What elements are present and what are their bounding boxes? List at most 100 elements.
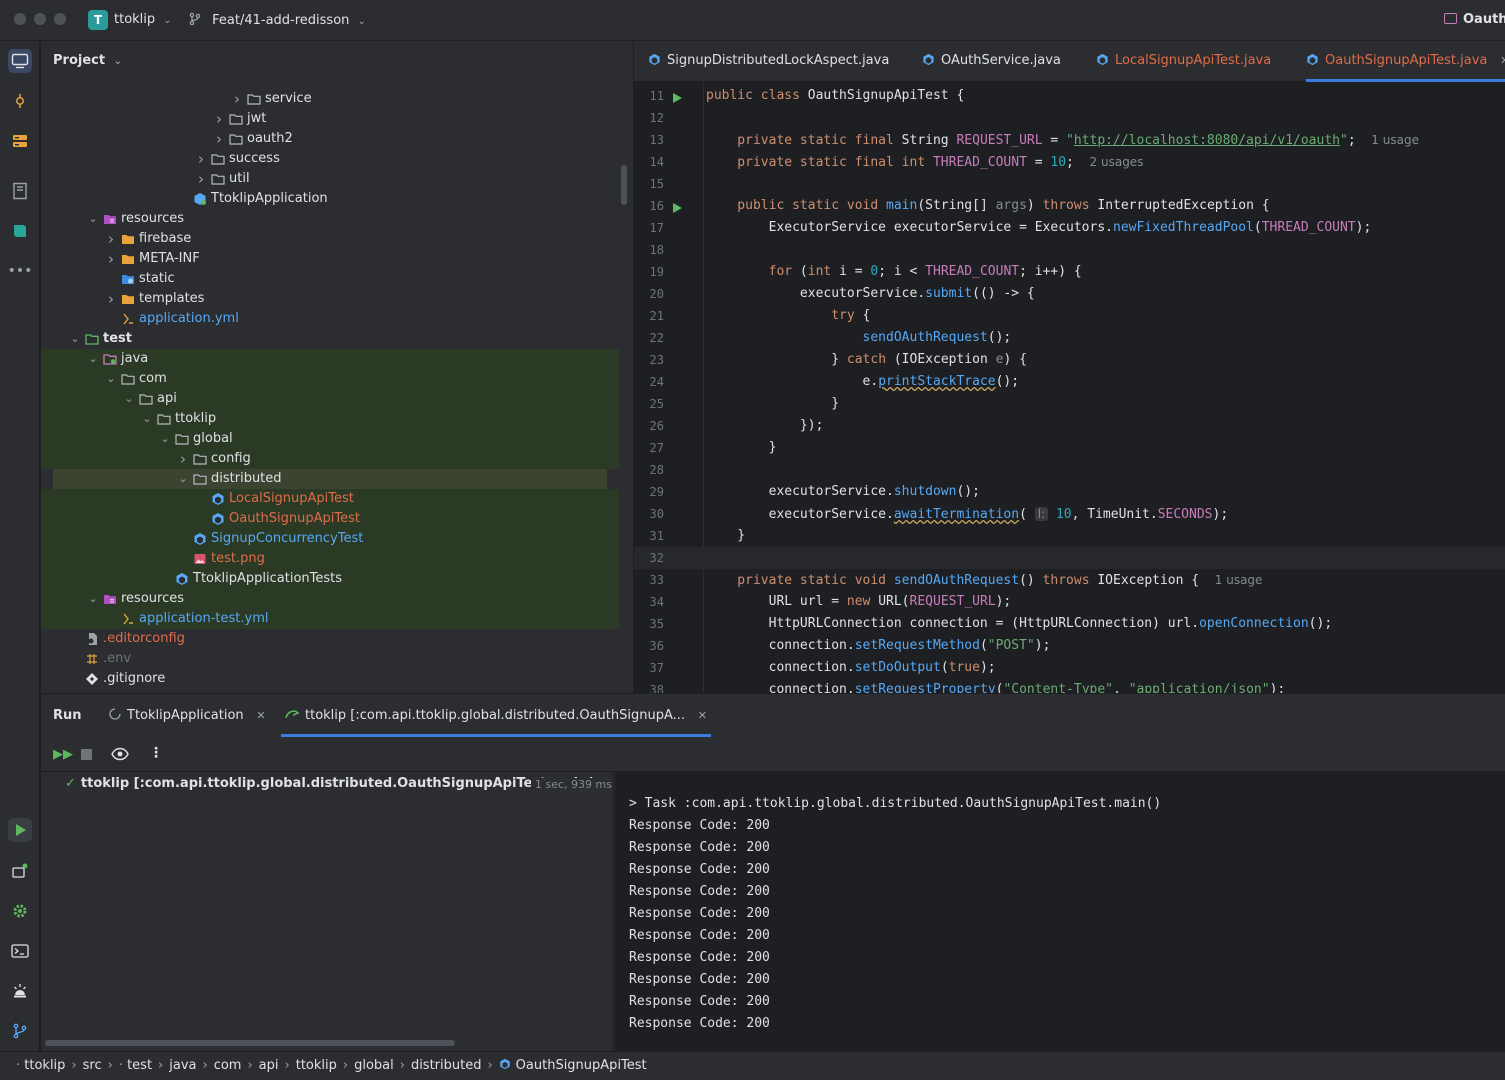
run-tool-icon[interactable] xyxy=(8,818,32,842)
chevron-right-icon[interactable]: › xyxy=(213,129,225,149)
code-editor[interactable]: 11 public class OauthSignupApiTest {12 13 … xyxy=(634,82,1505,693)
breadcrumb-item[interactable]: OauthSignupApiTest xyxy=(516,1058,647,1073)
chevron-right-icon[interactable]: › xyxy=(177,449,189,469)
run-tab[interactable]: TtoklipApplication ✕ xyxy=(109,694,270,737)
editor-tab[interactable]: SignupDistributedLockAspect.java xyxy=(648,41,889,82)
tree-row[interactable]: .gitignore xyxy=(41,669,619,689)
tree-row[interactable]: › config xyxy=(41,449,619,469)
close-icon[interactable]: ✕ xyxy=(698,694,707,737)
tree-row[interactable]: ⌄ ttoklip xyxy=(41,409,619,429)
chevron-right-icon[interactable]: › xyxy=(231,89,243,109)
tree-row[interactable]: › templates xyxy=(41,289,619,309)
project-badge[interactable]: T xyxy=(88,10,108,30)
chevron-right-icon[interactable]: › xyxy=(195,169,207,189)
eye-icon[interactable] xyxy=(111,746,129,765)
class-icon xyxy=(175,572,189,586)
editor-tab[interactable]: OauthSignupApiTest.java ✕ xyxy=(1306,41,1505,82)
breadcrumb-item[interactable]: global xyxy=(354,1058,394,1073)
tree-row[interactable]: ⌄ api xyxy=(41,389,619,409)
rerun-icon[interactable]: ▶▶ xyxy=(53,747,73,762)
horizontal-scrollbar[interactable] xyxy=(45,1040,455,1046)
tree-row[interactable]: LocalSignupApiTest xyxy=(41,489,619,509)
commit-icon[interactable] xyxy=(8,89,32,113)
close-icon[interactable]: ✕ xyxy=(1500,41,1505,81)
tree-row[interactable]: ⌄ java xyxy=(41,349,619,369)
close-window-button[interactable] xyxy=(14,13,26,25)
tree-row[interactable]: › util xyxy=(41,169,619,189)
chevron-down-icon[interactable]: ⌄ xyxy=(87,589,99,609)
tree-row[interactable]: › service xyxy=(41,89,619,109)
project-panel-header[interactable]: Project ⌄ xyxy=(53,53,122,68)
editor-tab[interactable]: LocalSignupApiTest.java xyxy=(1096,41,1271,82)
bookmarks-icon[interactable] xyxy=(8,179,32,203)
tree-row[interactable]: ⌄ global xyxy=(41,429,619,449)
learn-icon[interactable] xyxy=(8,219,32,243)
tree-row[interactable]: ⌄ resources xyxy=(41,589,619,609)
tree-row[interactable]: › META-INF xyxy=(41,249,619,269)
tree-row[interactable]: ⌄ test xyxy=(41,329,619,349)
tree-row[interactable]: › success xyxy=(41,149,619,169)
terminal-icon[interactable] xyxy=(8,939,32,963)
git-icon[interactable] xyxy=(8,1019,32,1043)
tree-row[interactable]: application-test.yml xyxy=(41,609,619,629)
chevron-right-icon[interactable]: › xyxy=(105,229,117,249)
project-tool-icon[interactable] xyxy=(8,49,32,73)
run-tab[interactable]: ttoklip [:com.api.ttoklip.global.distrib… xyxy=(281,694,712,737)
tree-row[interactable]: test.png xyxy=(41,549,619,569)
project-scrollbar[interactable] xyxy=(621,165,627,205)
more-options-icon[interactable]: ⋮ xyxy=(149,745,163,761)
editor-tab[interactable]: OAuthService.java xyxy=(922,41,1061,82)
minimize-window-button[interactable] xyxy=(34,13,46,25)
branch-switcher[interactable]: Feat/41-add-redisson ⌄ xyxy=(188,12,366,28)
chevron-down-icon[interactable]: ⌄ xyxy=(87,349,99,369)
stop-icon[interactable] xyxy=(81,749,92,760)
tree-row[interactable]: ⌄ distributed xyxy=(53,469,607,489)
chevron-down-icon[interactable]: ⌄ xyxy=(105,369,117,389)
tree-row[interactable]: TtoklipApplication xyxy=(41,189,619,209)
tree-row[interactable]: › jwt xyxy=(41,109,619,129)
chevron-down-icon[interactable]: ⌄ xyxy=(87,209,99,229)
chevron-right-icon[interactable]: › xyxy=(195,149,207,169)
tree-row[interactable]: .env xyxy=(41,649,619,669)
breadcrumb-item[interactable]: ttoklip xyxy=(296,1058,337,1073)
run-config-selector[interactable]: OauthS xyxy=(1444,12,1505,27)
breadcrumb-item[interactable]: ttoklip xyxy=(24,1058,65,1073)
services-icon[interactable] xyxy=(8,859,32,883)
breadcrumb-item[interactable]: distributed xyxy=(411,1058,482,1073)
tree-row[interactable]: ⌄ resources xyxy=(41,209,619,229)
problems-icon[interactable] xyxy=(8,979,32,1003)
tree-row[interactable]: .editorconfig xyxy=(41,629,619,649)
tree-row[interactable]: static xyxy=(41,269,619,289)
breadcrumb-item[interactable]: java xyxy=(169,1058,196,1073)
settings-gear-icon[interactable] xyxy=(8,899,32,923)
structure-icon[interactable] xyxy=(8,129,32,153)
tree-row[interactable]: › firebase xyxy=(41,229,619,249)
chevron-down-icon[interactable]: ⌄ xyxy=(177,469,189,489)
console-output[interactable]: > Task :com.api.ttoklip.global.distribut… xyxy=(615,772,1505,1052)
chevron-down-icon[interactable]: ⌄ xyxy=(159,429,171,449)
chevron-down-icon[interactable]: ⌄ xyxy=(141,409,153,429)
tree-row[interactable]: TtoklipApplicationTests xyxy=(41,569,619,589)
tree-row[interactable]: ⌄ com xyxy=(41,369,619,389)
run-tree-item[interactable]: ✓ ttoklip [:com.api.ttoklip.global.distri… xyxy=(65,776,593,791)
close-icon[interactable]: ✕ xyxy=(256,694,265,737)
more-tools-icon[interactable]: ••• xyxy=(8,259,33,283)
breadcrumb-item[interactable]: com xyxy=(214,1058,242,1073)
breadcrumb-item[interactable]: api xyxy=(259,1058,279,1073)
chevron-down-icon[interactable]: ⌄ xyxy=(69,329,81,349)
chevron-right-icon[interactable]: › xyxy=(105,289,117,309)
tree-row[interactable]: OauthSignupApiTest xyxy=(41,509,619,529)
zoom-window-button[interactable] xyxy=(54,13,66,25)
code-token: OauthSignupApiTest { xyxy=(807,88,965,103)
chevron-down-icon[interactable]: ⌄ xyxy=(123,389,135,409)
breadcrumb-item[interactable]: test xyxy=(127,1058,152,1073)
chevron-right-icon: › xyxy=(284,1058,290,1073)
project-switcher[interactable]: ttoklip ⌄ xyxy=(114,12,172,27)
breadcrumb-item[interactable]: src xyxy=(83,1058,102,1073)
tree-row[interactable]: application.yml xyxy=(41,309,619,329)
tree-row[interactable]: SignupConcurrencyTest xyxy=(41,529,619,549)
chevron-right-icon[interactable]: › xyxy=(105,249,117,269)
chevron-right-icon: › xyxy=(71,1058,77,1073)
tree-row[interactable]: › oauth2 xyxy=(41,129,619,149)
chevron-right-icon[interactable]: › xyxy=(213,109,225,129)
